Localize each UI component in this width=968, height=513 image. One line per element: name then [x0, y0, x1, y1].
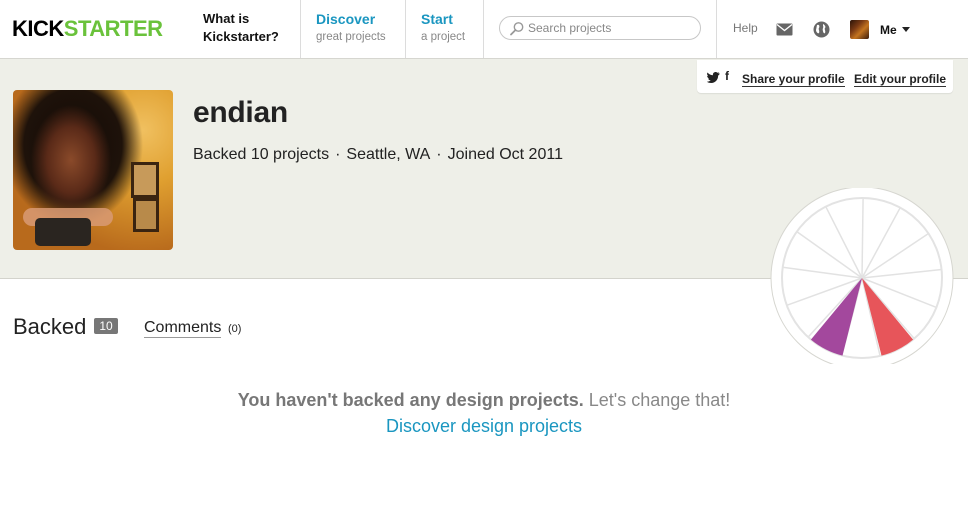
mail-icon[interactable] [776, 23, 793, 36]
profile-meta: Backed 10 projects · Seattle, WA · Joined Oc… [193, 146, 563, 164]
search-input[interactable] [528, 19, 693, 37]
separator-dot: · [335, 146, 341, 163]
category-wheel[interactable] [770, 188, 954, 364]
nav-what-is-kickstarter[interactable]: What is Kickstarter? [189, 0, 301, 58]
profile-photo [13, 90, 173, 250]
empty-state-rest: Let's change that! [588, 390, 731, 410]
nav-discover-label: Discover [316, 11, 376, 27]
share-profile-box: f Share your profile Edit your profile [697, 60, 953, 93]
separator-dot: · [436, 146, 442, 163]
backed-count-text: Backed 10 projects [193, 146, 330, 163]
nav-start-project[interactable]: Start a project [406, 0, 484, 58]
backed-count-badge: 10 [94, 318, 118, 334]
kickstarter-logo[interactable]: KICKSTARTER [12, 16, 163, 42]
discover-design-projects-link[interactable]: Discover design projects [0, 416, 968, 437]
share-profile-link[interactable]: Share your profile [742, 72, 845, 87]
tab-comments[interactable]: Comments [144, 319, 222, 338]
twitter-icon[interactable] [707, 72, 720, 83]
nav-what-line2: Kickstarter? [203, 29, 279, 44]
nav-start-label: Start [421, 11, 453, 27]
edit-profile-link[interactable]: Edit your profile [854, 72, 947, 87]
nav-discover-sublabel: great projects [316, 31, 386, 43]
location-text: Seattle, WA [346, 146, 431, 163]
nav-what-line1: What is [203, 11, 250, 26]
top-navigation: KICKSTARTER What is Kickstarter? Discove… [0, 0, 968, 59]
comments-count: (0) [228, 323, 242, 335]
tab-backed[interactable]: Backed [13, 314, 86, 340]
facebook-icon[interactable]: f [725, 70, 729, 83]
nav-start-sublabel: a project [421, 31, 466, 43]
help-link[interactable]: Help [733, 21, 758, 35]
empty-state-bold: You haven't backed any design projects. [237, 390, 584, 410]
joined-text: Joined Oct 2011 [447, 146, 563, 163]
globe-icon[interactable] [813, 21, 830, 38]
search-box [499, 16, 701, 40]
user-avatar[interactable] [850, 20, 869, 39]
profile-name: endian [193, 96, 288, 129]
search-icon [510, 22, 524, 36]
nav-discover[interactable]: Discover great projects [301, 0, 406, 58]
me-menu-label[interactable]: Me [880, 23, 897, 37]
nav-divider [716, 0, 717, 58]
chevron-down-icon[interactable] [902, 27, 910, 32]
empty-state-message: You haven't backed any design projects. … [0, 390, 968, 411]
